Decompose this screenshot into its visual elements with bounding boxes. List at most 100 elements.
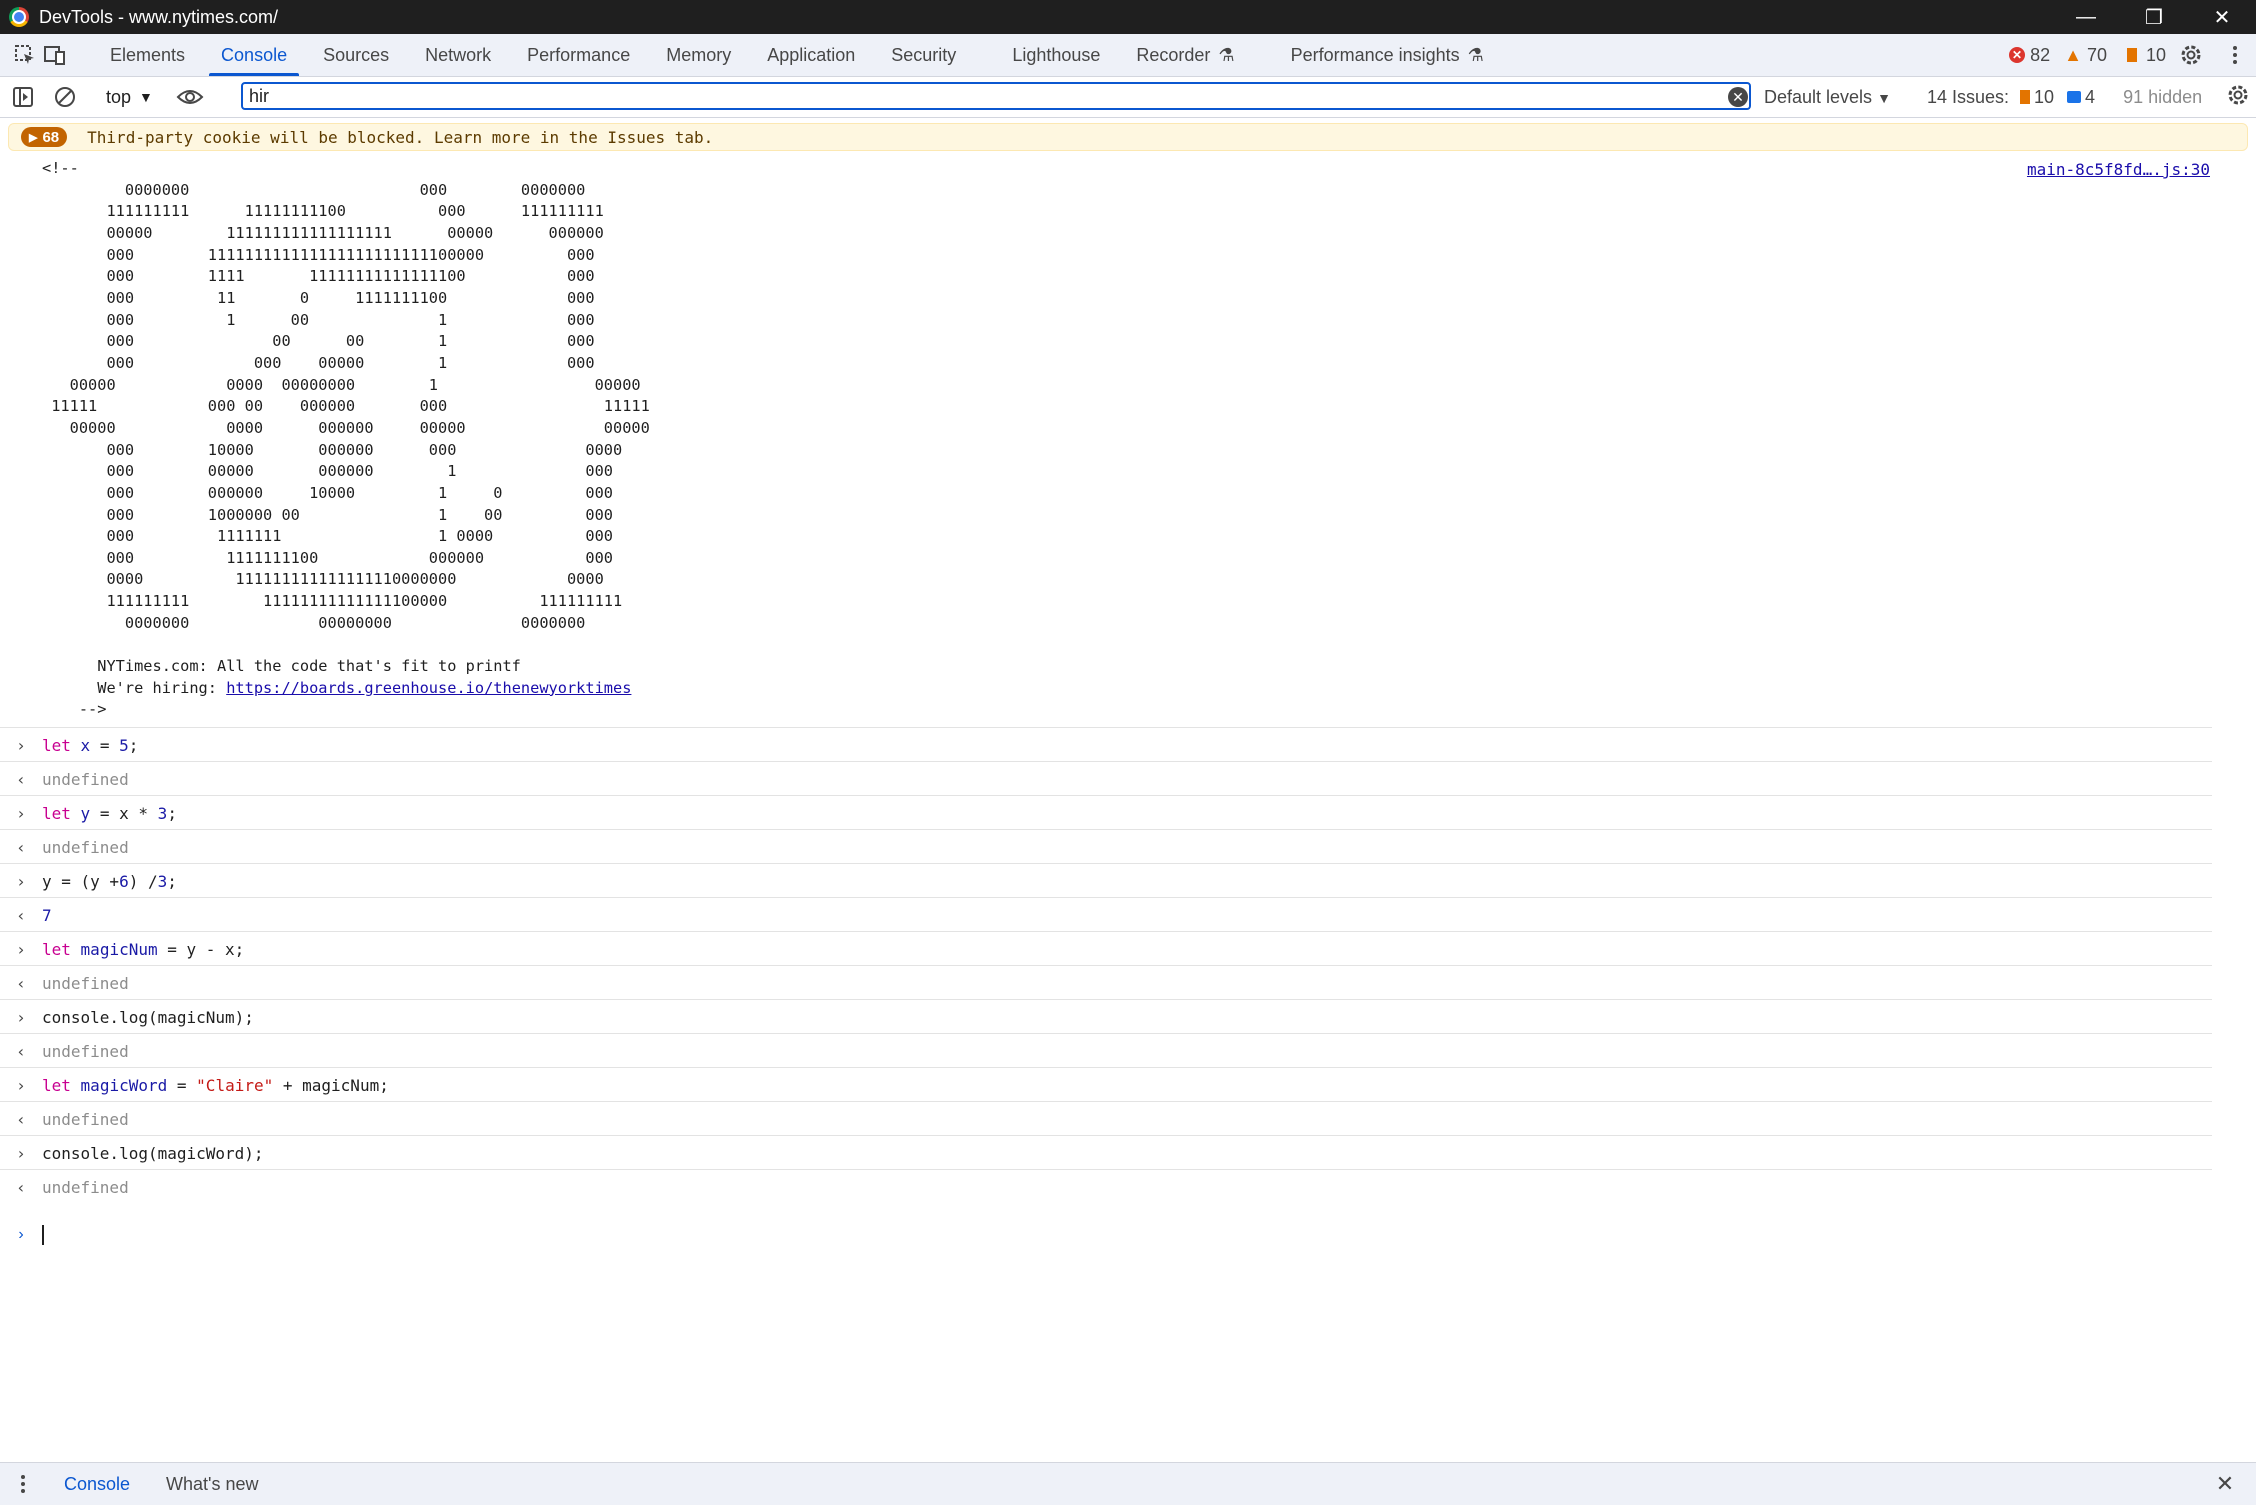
expand-triangle-icon: ▶ <box>29 131 38 144</box>
source-link[interactable]: main-8c5f8fd….js:30 <box>2027 160 2210 179</box>
result-value: undefined <box>42 1177 129 1197</box>
settings-gear-icon[interactable] <box>2176 40 2206 70</box>
chevron-right-icon: › <box>16 871 26 891</box>
sidebar-toggle-icon[interactable] <box>8 82 38 112</box>
issues-counter[interactable]: 14 Issues: 10 4 <box>1927 87 2095 108</box>
console-result-row: ‹ undefined <box>0 965 2212 1000</box>
tab-console[interactable]: Console <box>203 34 305 76</box>
hidden-count: 91 hidden <box>2123 86 2203 107</box>
issues-label: 14 Issues: <box>1926 86 2009 107</box>
console-input-row[interactable]: › y = (y + 6) / 3; <box>0 863 2212 898</box>
tab-performance[interactable]: Performance <box>509 34 648 76</box>
cookie-warning-row[interactable]: ▶ 68 Third-party cookie will be blocked.… <box>8 123 2248 151</box>
toolbar-right: Default levels ▼ 14 Issues: 10 4 91 hidd… <box>1764 77 2250 117</box>
close-window-button[interactable]: ✕ <box>2188 0 2256 34</box>
text-caret <box>42 1225 44 1245</box>
chevron-right-icon: › <box>16 735 26 755</box>
issues-info-count: 4 <box>2085 86 2096 107</box>
error-icon: ✕ <box>2009 47 2026 63</box>
warning-icon: ▲ <box>2064 44 2082 65</box>
chevron-right-icon: › <box>16 1143 26 1163</box>
console-toolbar: top ▼ ✕ Default levels ▼ 14 Issues: 10 4… <box>0 77 2256 118</box>
result-value: 7 <box>42 905 52 925</box>
tab-memory[interactable]: Memory <box>648 34 749 76</box>
flask-icon: ⚗ <box>1218 44 1235 65</box>
message-counts[interactable]: ✕ 82 ▲ 70 10 <box>2009 34 2166 76</box>
tab-elements[interactable]: Elements <box>92 34 203 76</box>
tab-recorder[interactable]: Recorder ⚗ <box>1118 34 1252 76</box>
console-settings-gear-icon[interactable] <box>2226 83 2250 112</box>
warning-count-badge[interactable]: ▶ 68 <box>21 127 68 147</box>
tab-sources[interactable]: Sources <box>305 34 407 76</box>
warning-count: ▲ 70 <box>2064 45 2107 66</box>
issue-count: 10 <box>2121 45 2166 66</box>
chevron-down-icon: ▼ <box>1877 89 1891 106</box>
console-output[interactable]: ▶ 68 Third-party cookie will be blocked.… <box>0 118 2256 1461</box>
hiring-link[interactable]: https://boards.greenhouse.io/thenewyorkt… <box>226 679 631 697</box>
console-input-row[interactable]: › console.log(magicWord); <box>0 1135 2212 1170</box>
live-expression-eye-icon[interactable] <box>175 82 205 112</box>
console-result-row: ‹ undefined <box>0 829 2212 864</box>
console-result-row: ‹ undefined <box>0 1033 2212 1068</box>
inspect-element-icon[interactable] <box>10 40 40 70</box>
warning-repeat-count: 68 <box>42 128 60 146</box>
error-count: ✕ 82 <box>2009 45 2050 66</box>
window-titlebar: DevTools - www.nytimes.com/ — ❐ ✕ <box>0 0 2256 34</box>
result-arrow-icon: ‹ <box>16 1109 26 1129</box>
tab-network[interactable]: Network <box>407 34 509 76</box>
chevron-right-icon: › <box>16 803 26 823</box>
tab-application[interactable]: Application <box>749 34 873 76</box>
issues-warn-count: 10 <box>2034 86 2055 107</box>
console-result-row: ‹ undefined <box>0 1101 2212 1136</box>
devtools-drawer: Console What's new ✕ <box>0 1462 2256 1505</box>
devtools-tabbar: Elements Console Sources Network Perform… <box>0 34 2256 77</box>
error-count-value: 82 <box>2030 44 2051 65</box>
chevron-right-icon: › <box>16 1075 26 1095</box>
drawer-tab-whats-new[interactable]: What's new <box>148 1474 276 1495</box>
result-value: undefined <box>42 769 129 789</box>
console-input-row[interactable]: › console.log(magicNum); <box>0 999 2212 1034</box>
result-arrow-icon: ‹ <box>16 769 26 789</box>
context-value: top <box>106 86 132 107</box>
close-drawer-icon[interactable]: ✕ <box>2210 1469 2240 1499</box>
warning-message: Third-party cookie will be blocked. Lear… <box>87 127 714 147</box>
console-result-row: ‹ undefined <box>0 761 2212 796</box>
result-arrow-icon: ‹ <box>16 973 26 993</box>
console-result-row: ‹ undefined <box>0 1169 2212 1204</box>
tab-performance-insights-label: Performance insights <box>1290 44 1460 65</box>
drawer-tab-console[interactable]: Console <box>46 1474 148 1495</box>
console-input-row[interactable]: › let x = 5; <box>0 727 2212 762</box>
tab-security[interactable]: Security <box>873 34 974 76</box>
console-input-row[interactable]: › let y = x * 3; <box>0 795 2212 830</box>
more-options-icon[interactable] <box>2220 40 2250 70</box>
context-selector[interactable]: top ▼ <box>106 87 153 108</box>
issue-count-value: 10 <box>2145 44 2166 65</box>
restore-button[interactable]: ❐ <box>2120 0 2188 34</box>
tab-lighthouse[interactable]: Lighthouse <box>994 34 1118 76</box>
filter-input[interactable] <box>241 82 1751 110</box>
console-input-row[interactable]: › let magicWord = "Claire" + magicNum; <box>0 1067 2212 1102</box>
result-arrow-icon: ‹ <box>16 1041 26 1061</box>
tab-recorder-label: Recorder <box>1136 44 1211 65</box>
prompt-chevron-icon: › <box>18 1226 24 1243</box>
issue-flag-icon <box>2126 48 2137 62</box>
input-code: console.log(magicNum); <box>42 1007 254 1027</box>
chevron-down-icon: ▼ <box>139 89 153 105</box>
clear-console-icon[interactable] <box>50 82 80 112</box>
result-arrow-icon: ‹ <box>16 1177 26 1197</box>
tab-performance-insights[interactable]: Performance insights ⚗ <box>1273 34 1502 76</box>
result-value: undefined <box>42 973 129 993</box>
result-arrow-icon: ‹ <box>16 905 26 925</box>
console-prompt[interactable]: › <box>0 1218 2212 1252</box>
device-toolbar-icon[interactable] <box>40 40 70 70</box>
log-levels-dropdown[interactable]: Default levels ▼ <box>1764 87 1891 108</box>
chevron-right-icon: › <box>16 939 26 959</box>
console-input-row[interactable]: › let magicNum = y - x; <box>0 931 2212 966</box>
clear-filter-icon[interactable]: ✕ <box>1728 87 1748 107</box>
tabbar-actions <box>2176 34 2256 76</box>
issue-message-icon <box>2067 90 2082 103</box>
drawer-menu-icon[interactable] <box>8 1469 38 1499</box>
window-title: DevTools - www.nytimes.com/ <box>39 6 279 27</box>
minimize-button[interactable]: — <box>2052 0 2120 34</box>
input-code: console.log(magicWord); <box>42 1143 264 1163</box>
